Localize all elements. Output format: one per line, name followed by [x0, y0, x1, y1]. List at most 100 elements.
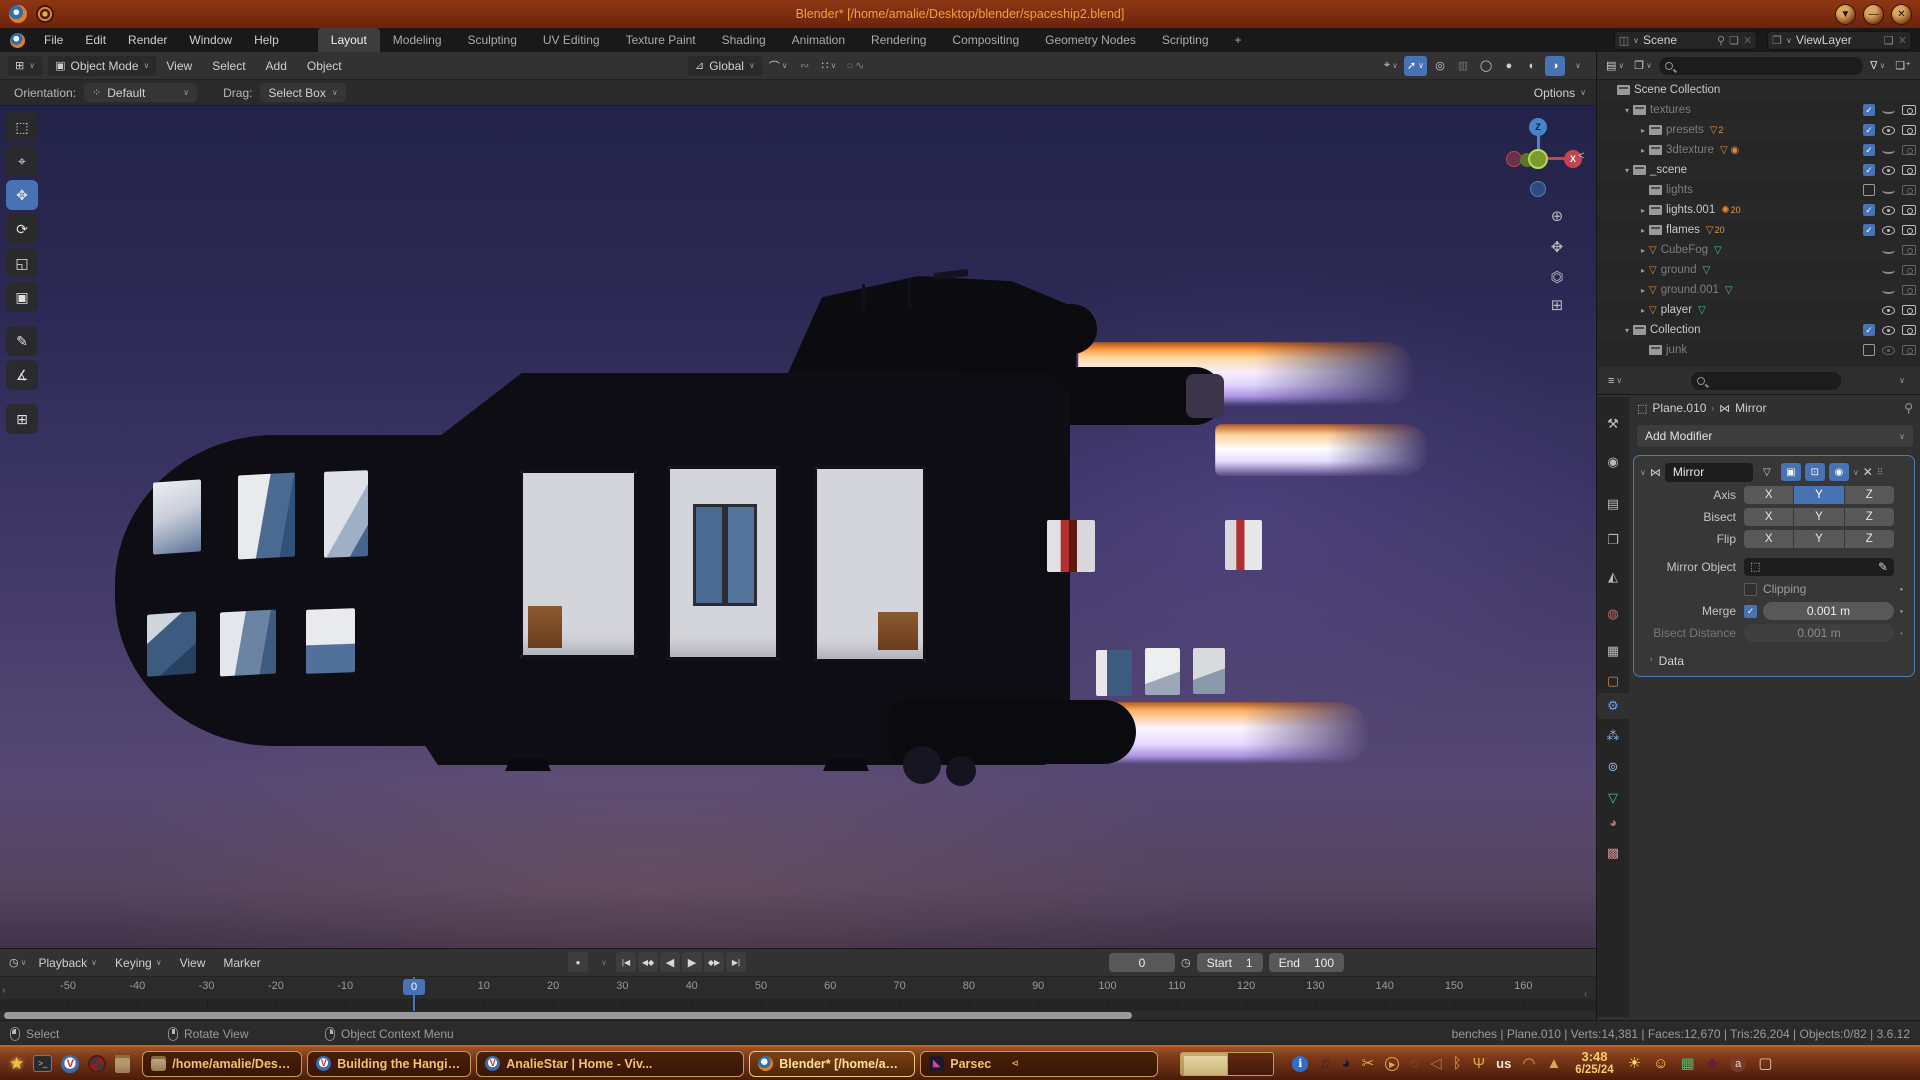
- properties-tab-modifiers[interactable]: ⚙: [1597, 693, 1629, 719]
- tab-texture-paint[interactable]: Texture Paint: [613, 28, 709, 52]
- mirror-flip-z-button[interactable]: Z: [1845, 530, 1894, 548]
- tray-weather-sun-icon[interactable]: ☀: [1628, 1047, 1641, 1080]
- outliner-row-junk[interactable]: junk: [1597, 340, 1920, 360]
- add-modifier-button[interactable]: Add Modifier∨: [1637, 425, 1913, 447]
- menu-edit[interactable]: Edit: [74, 28, 117, 52]
- disclosure-icon[interactable]: ▸: [1637, 306, 1649, 315]
- disclosure-icon[interactable]: ▸: [1637, 146, 1649, 155]
- exclude-checkbox[interactable]: ✓: [1863, 224, 1875, 236]
- render-visibility-icon[interactable]: [1902, 125, 1916, 135]
- menu-launcher-icon[interactable]: ★: [9, 1054, 24, 1074]
- tray-volume-muted-icon[interactable]: ◁: [1430, 1047, 1442, 1080]
- menu-render[interactable]: Render: [117, 28, 178, 52]
- collapse-icon[interactable]: ∨: [1640, 468, 1646, 477]
- mirror-bisect-x-button[interactable]: X: [1744, 508, 1793, 526]
- outliner-row-presets[interactable]: ▸presets▽2✓: [1597, 120, 1920, 140]
- timeline-editor[interactable]: ◷∨ Playback∨ Keying∨ View Marker ● ∨ |◀◀…: [0, 948, 1596, 1020]
- shading-material-button[interactable]: ◐: [1522, 56, 1542, 76]
- shading-dropdown[interactable]: ∨: [1568, 56, 1588, 76]
- hidden-eye-icon[interactable]: [1882, 147, 1895, 154]
- hidden-eye-icon[interactable]: [1882, 267, 1895, 274]
- clock[interactable]: 3:48 6/25/24: [1575, 1050, 1613, 1077]
- menu-object[interactable]: Object: [297, 59, 352, 73]
- timeline-ruler[interactable]: -50-40-30-20-101020304050607080901001101…: [0, 977, 1596, 999]
- outliner-row-flames[interactable]: ▸flames▽20✓: [1597, 220, 1920, 240]
- clipping-checkbox[interactable]: [1744, 583, 1757, 596]
- properties-tab-texture[interactable]: ▩: [1597, 840, 1629, 866]
- taskbar-window-1[interactable]: /home/amalie/Desktop...: [142, 1051, 302, 1077]
- properties-options-dropdown[interactable]: ∨: [1892, 371, 1912, 391]
- disclosure-icon[interactable]: ▸: [1637, 126, 1649, 135]
- tab-geometry-nodes[interactable]: Geometry Nodes: [1032, 28, 1149, 52]
- exclude-checkbox[interactable]: ✓: [1863, 104, 1875, 116]
- outliner-row-textures[interactable]: ▾textures✓: [1597, 100, 1920, 120]
- outliner-filter-id-dropdown[interactable]: ❐∨: [1631, 56, 1655, 76]
- taskbar-window-4[interactable]: Blender* [/home/amali...: [749, 1051, 915, 1077]
- tab-sculpting[interactable]: Sculpting: [455, 28, 530, 52]
- terminal-launcher-icon[interactable]: >_: [33, 1055, 52, 1072]
- tray-bluetooth-icon[interactable]: ᛒ: [1453, 1047, 1462, 1080]
- scroll-right-icon[interactable]: ‹: [1584, 989, 1587, 1000]
- hide-eye-icon[interactable]: [1882, 166, 1895, 175]
- render-visibility-icon[interactable]: [1902, 145, 1916, 155]
- timeline-channel-strip[interactable]: [0, 999, 1596, 1011]
- render-visibility-icon[interactable]: [1902, 225, 1916, 235]
- tray-show-desktop-icon[interactable]: ▢: [1758, 1047, 1772, 1080]
- render-visibility-icon[interactable]: [1902, 165, 1916, 175]
- exclude-checkbox[interactable]: ✓: [1863, 324, 1875, 336]
- outliner-row-collection[interactable]: ▾Collection✓: [1597, 320, 1920, 340]
- zoom-icon[interactable]: ⊕: [1544, 203, 1570, 229]
- modifier-name-field[interactable]: Mirror: [1665, 463, 1753, 482]
- shading-solid-button[interactable]: ●: [1499, 56, 1519, 76]
- mirror-axis-z-button[interactable]: Z: [1845, 486, 1894, 504]
- properties-tab-object-data[interactable]: ▽: [1597, 785, 1629, 811]
- tool-move[interactable]: ✥: [6, 180, 38, 210]
- orientation-dropdown[interactable]: ⊿ Global ∨: [688, 56, 762, 76]
- media-launcher-icon[interactable]: [88, 1055, 106, 1073]
- blender-logo-icon[interactable]: [10, 33, 25, 48]
- properties-search-input[interactable]: [1691, 372, 1841, 390]
- tool-select-box[interactable]: ⬚: [6, 112, 38, 142]
- tray-wifi-icon[interactable]: ◠: [1522, 1047, 1535, 1080]
- tray-play-circle-icon[interactable]: ▶: [1385, 1057, 1399, 1071]
- tab-shading[interactable]: Shading: [709, 28, 779, 52]
- exclude-checkbox[interactable]: ✓: [1863, 164, 1875, 176]
- tray-notifications-icon[interactable]: ◌: [1410, 1047, 1419, 1080]
- orientation-setting-dropdown[interactable]: ⁘ Default ∨: [84, 83, 197, 102]
- properties-tab-object[interactable]: ▢: [1597, 668, 1629, 694]
- breadcrumb-object[interactable]: Plane.010: [1652, 401, 1706, 415]
- modifier-editmode-toggle[interactable]: ▣: [1781, 463, 1801, 481]
- hide-eye-icon[interactable]: [1882, 126, 1895, 135]
- taskbar-window-2[interactable]: VBuilding the Hanging G...: [307, 1051, 471, 1077]
- tray-info-icon[interactable]: ℹ: [1292, 1056, 1308, 1072]
- outliner-row-ground-001[interactable]: ▸▽ground.001▽: [1597, 280, 1920, 300]
- tab-animation[interactable]: Animation: [779, 28, 858, 52]
- timeline-scrollbar[interactable]: [4, 1012, 1132, 1019]
- 3d-viewport[interactable]: ⬚⌖✥⟳◱▣✎∡⊞ Z X ⊕ ✥ ⏣ ⊞ <: [0, 106, 1596, 948]
- render-visibility-icon[interactable]: [1902, 325, 1916, 335]
- pin-icon[interactable]: ⚲: [1717, 34, 1725, 47]
- tray-calculator-icon[interactable]: ▦: [1680, 1047, 1694, 1080]
- overlays-toggle[interactable]: ◎: [1430, 56, 1450, 76]
- xray-toggle[interactable]: ▥: [1453, 56, 1473, 76]
- mode-dropdown[interactable]: ▣ Object Mode ∨: [48, 56, 156, 76]
- outliner-filter-dropdown[interactable]: ∇∨: [1867, 56, 1888, 76]
- render-visibility-icon[interactable]: [1902, 285, 1916, 295]
- tab-modeling[interactable]: Modeling: [380, 28, 455, 52]
- exclude-checkbox[interactable]: [1863, 184, 1875, 196]
- jump-end-button[interactable]: ▶|: [726, 952, 746, 972]
- hidden-eye-icon[interactable]: [1882, 187, 1895, 194]
- tool-annotate[interactable]: ✎: [6, 326, 38, 356]
- frame-end-field[interactable]: End100: [1269, 953, 1344, 972]
- modifier-delete-button[interactable]: ✕: [1863, 465, 1873, 479]
- proportional-falloff-dropdown[interactable]: ○∿: [843, 56, 867, 76]
- tray-expand-icon[interactable]: ▲: [1546, 1047, 1561, 1080]
- properties-tab-particles[interactable]: ⁂: [1597, 723, 1629, 749]
- properties-tab-output[interactable]: ▤: [1597, 491, 1629, 517]
- pan-hand-icon[interactable]: ✥: [1544, 234, 1570, 260]
- snap-settings-dropdown[interactable]: ∾: [795, 56, 815, 76]
- hide-eye-icon[interactable]: [1882, 346, 1895, 355]
- tray-emoji-icon[interactable]: ☺: [1653, 1047, 1668, 1080]
- scene-selector[interactable]: ◫ ∨ Scene ⚲ ❏ ✕: [1614, 31, 1757, 50]
- render-visibility-icon[interactable]: [1902, 265, 1916, 275]
